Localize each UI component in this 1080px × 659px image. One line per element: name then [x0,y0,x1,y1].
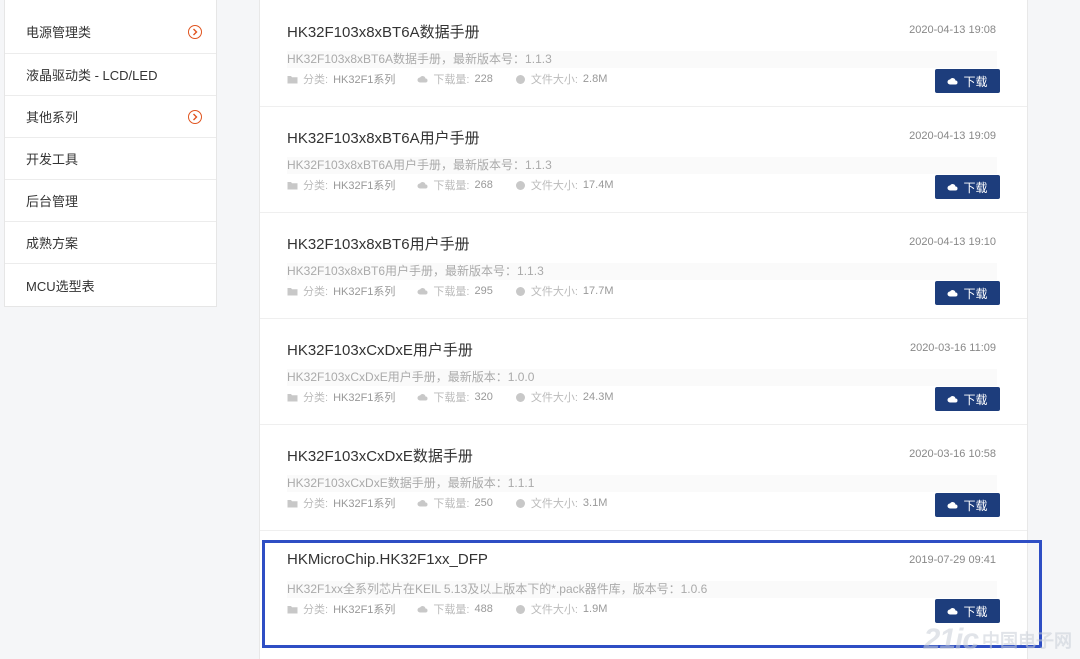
document-date: 2020-03-16 11:09 [909,342,996,354]
cloud-download-icon [417,393,428,400]
circle-icon [515,498,525,508]
list-item: HK32F103x8xBT6A用户手册 2020-04-13 19:09 HK3… [260,106,1027,213]
size-meta: 文件大小: 3.1M [515,495,607,511]
cloud-download-icon [417,181,428,188]
folder-icon [287,287,298,295]
category-meta: 分类: HK32F1系列 [287,283,395,299]
sidebar-item-label: MCU选型表 [26,278,95,294]
sidebar-item-label: 成熟方案 [26,236,79,251]
list-item: HKMicroChip.HK32F1xx_DFP 2019-07-29 09:4… [260,530,1027,636]
list-item: HK32F103x8xBT6用户手册 2020-04-13 19:10 HK32… [260,212,1027,319]
sidebar-item-other-series[interactable]: 其他系列 [5,96,216,138]
circle-icon [515,74,525,84]
circle-icon [515,286,525,296]
circle-icon [515,392,525,402]
circle-icon [515,180,525,190]
downloads-meta: 下载量: 228 [417,71,493,87]
list-item: HK32F103xCxDxE数据手册 2020-03-16 10:58 HK32… [260,424,1027,531]
document-title[interactable]: HK32F103xCxDxE用户手册 [287,339,473,360]
document-meta: 分类: HK32F1系列 下载量: 228 文件大小: 2.8M [287,71,607,87]
watermark-text: 中国电子网 [982,631,1072,651]
cloud-download-icon [947,289,958,296]
document-title[interactable]: HK32F103x8xBT6用户手册 [287,233,470,254]
size-meta: 文件大小: 2.8M [515,71,607,87]
document-meta: 分类: HK32F1系列 下载量: 268 文件大小: 17.4M [287,177,613,193]
cloud-download-icon [417,75,428,82]
document-description: HK32F103x8xBT6用户手册，最新版本号：1.1.3 [287,263,997,280]
document-title[interactable]: HKMicroChip.HK32F1xx_DFP [287,551,488,568]
document-description: HK32F103xCxDxE数据手册，最新版本：1.1.1 [287,475,997,492]
category-meta: 分类: HK32F1系列 [287,177,395,193]
sidebar-item-label: 液晶驱动类 - LCD/LED [26,68,158,83]
sidebar-item-dev-tools[interactable]: 开发工具 [5,138,216,180]
document-meta: 分类: HK32F1系列 下载量: 250 文件大小: 3.1M [287,495,607,511]
size-meta: 文件大小: 17.4M [515,177,613,193]
downloads-meta: 下载量: 250 [417,495,493,511]
download-button[interactable]: 下载 [935,281,1000,305]
downloads-meta: 下载量: 295 [417,283,493,299]
cloud-download-icon [417,287,428,294]
sidebar-item-label: 其他系列 [26,110,79,125]
document-date: 2019-07-29 09:41 [909,554,996,566]
cloud-download-icon [947,395,958,402]
category-meta: 分类: HK32F1系列 [287,71,395,87]
download-button[interactable]: 下载 [935,69,1000,93]
download-button[interactable]: 下载 [935,387,1000,411]
chevron-right-icon [188,24,202,39]
sidebar-item-power-management[interactable]: 电源管理类 [5,0,216,54]
download-button[interactable]: 下载 [935,599,1000,623]
folder-icon [287,393,298,401]
cloud-download-icon [947,501,958,508]
downloads-meta: 下载量: 268 [417,177,493,193]
document-title[interactable]: HK32F103x8xBT6A数据手册 [287,21,480,42]
category-meta: 分类: HK32F1系列 [287,389,395,405]
folder-icon [287,605,298,613]
chevron-right-icon [188,109,202,124]
document-date: 2020-04-13 19:10 [909,236,996,248]
sidebar-item-lcd-driver[interactable]: 液晶驱动类 - LCD/LED [5,54,216,96]
folder-icon [287,499,298,507]
watermark: 21ic 中国电子网 [924,623,1072,657]
watermark-logo: 21ic [923,623,979,656]
document-description: HK32F1xx全系列芯片在KEIL 5.13及以上版本下的*.pack器件库，… [287,581,997,598]
circle-icon [515,604,525,614]
document-date: 2020-04-13 19:09 [909,130,996,142]
downloads-meta: 下载量: 488 [417,601,493,617]
document-title[interactable]: HK32F103x8xBT6A用户手册 [287,127,480,148]
cloud-download-icon [947,607,958,614]
folder-icon [287,181,298,189]
size-meta: 文件大小: 1.9M [515,601,607,617]
document-date: 2020-03-16 10:58 [909,448,996,460]
list-item: HK32F103xCxDxE用户手册 2020-03-16 11:09 HK32… [260,318,1027,425]
cloud-download-icon [417,499,428,506]
category-meta: 分类: HK32F1系列 [287,495,395,511]
document-date: 2020-04-13 19:08 [909,24,996,36]
document-description: HK32F103xCxDxE用户手册，最新版本：1.0.0 [287,369,997,386]
document-description: HK32F103x8xBT6A用户手册，最新版本号：1.1.3 [287,157,997,174]
size-meta: 文件大小: 24.3M [515,389,613,405]
sidebar-item-admin[interactable]: 后台管理 [5,180,216,222]
cloud-download-icon [947,77,958,84]
category-sidebar: 电源管理类 液晶驱动类 - LCD/LED 其他系列 开发工具 后台管理 成熟方… [4,0,217,307]
document-meta: 分类: HK32F1系列 下载量: 320 文件大小: 24.3M [287,389,613,405]
list-item: HK32F103x8xBT6A数据手册 2020-04-13 19:08 HK3… [260,0,1027,107]
sidebar-item-label: 后台管理 [26,194,79,209]
document-meta: 分类: HK32F1系列 下载量: 488 文件大小: 1.9M [287,601,607,617]
sidebar-item-solutions[interactable]: 成熟方案 [5,222,216,264]
category-meta: 分类: HK32F1系列 [287,601,395,617]
cloud-download-icon [417,605,428,612]
document-meta: 分类: HK32F1系列 下载量: 295 文件大小: 17.7M [287,283,613,299]
download-button[interactable]: 下载 [935,175,1000,199]
cloud-download-icon [947,183,958,190]
sidebar-item-mcu-selection[interactable]: MCU选型表 [5,264,216,306]
folder-icon [287,75,298,83]
document-list: HK32F103x8xBT6A数据手册 2020-04-13 19:08 HK3… [259,0,1028,659]
document-description: HK32F103x8xBT6A数据手册，最新版本号：1.1.3 [287,51,997,68]
downloads-meta: 下载量: 320 [417,389,493,405]
document-title[interactable]: HK32F103xCxDxE数据手册 [287,445,473,466]
sidebar-item-label: 开发工具 [26,152,79,167]
download-button[interactable]: 下载 [935,493,1000,517]
sidebar-item-label: 电源管理类 [26,25,92,40]
size-meta: 文件大小: 17.7M [515,283,613,299]
